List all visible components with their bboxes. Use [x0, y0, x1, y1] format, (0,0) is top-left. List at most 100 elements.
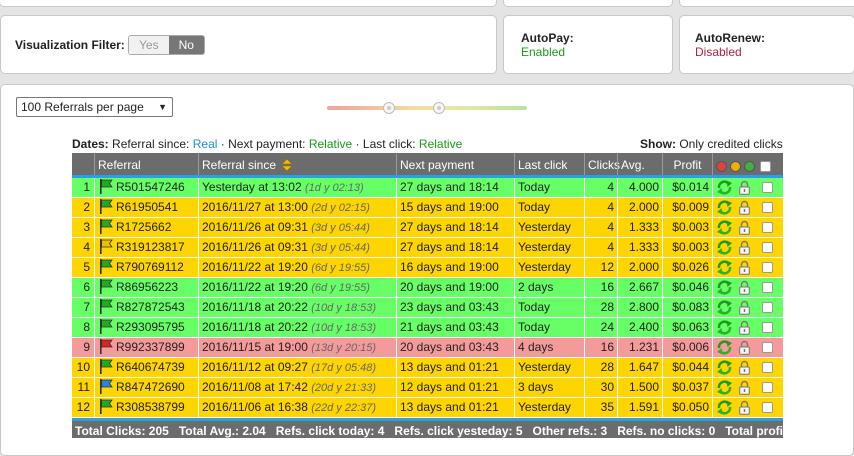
visualization-filter-toggle[interactable]: Yes No	[128, 35, 205, 55]
row-checkbox[interactable]	[762, 182, 773, 193]
row-checkbox[interactable]	[762, 242, 773, 253]
referral-id[interactable]: R308538799	[116, 400, 185, 414]
lock-icon[interactable]	[739, 340, 750, 355]
lock-icon[interactable]	[739, 220, 750, 235]
col-last-click[interactable]: Last click	[514, 153, 584, 175]
lock-icon[interactable]	[739, 180, 750, 195]
row-number: 10	[76, 360, 90, 374]
referral-id[interactable]: R501547246	[116, 180, 185, 194]
actions-cell	[712, 258, 783, 277]
per-page-select[interactable]: 100 Referrals per page ▼	[16, 97, 173, 117]
lock-icon[interactable]	[739, 320, 750, 335]
referral-id[interactable]: R847472690	[116, 380, 185, 394]
flag-icon[interactable]	[99, 399, 113, 414]
lock-icon[interactable]	[739, 240, 750, 255]
filter-yes-option[interactable]: Yes	[129, 36, 169, 54]
recycle-icon[interactable]	[716, 399, 733, 416]
recycle-icon[interactable]	[716, 239, 733, 256]
referral-since-cell: 2016/11/22 at 19:20 (6d y 19:55)	[198, 258, 396, 277]
row-checkbox[interactable]	[762, 302, 773, 313]
recycle-icon[interactable]	[716, 259, 733, 276]
show-mode-link[interactable]: Only credited clicks	[679, 137, 782, 151]
recycle-icon[interactable]	[716, 199, 733, 216]
referral-id[interactable]: R790769112	[116, 260, 184, 274]
recycle-icon[interactable]	[716, 279, 733, 296]
recycle-icon[interactable]	[716, 299, 733, 316]
flag-icon[interactable]	[99, 299, 113, 314]
flag-icon[interactable]	[99, 179, 113, 194]
col-referral[interactable]: Referral	[94, 153, 198, 175]
col-clicks[interactable]: Clicks	[584, 153, 620, 175]
last-click-mode-link[interactable]: Relative	[419, 137, 462, 151]
row-checkbox[interactable]	[762, 222, 773, 233]
referral-since-cell: 2016/11/06 at 16:38 (22d y 22:37)	[198, 398, 396, 417]
slider-handle-high[interactable]	[433, 102, 445, 114]
col-referral-since[interactable]: Referral since	[198, 153, 396, 175]
select-all-checkbox[interactable]	[760, 161, 771, 172]
dates-label: Dates:	[72, 137, 109, 151]
flag-icon[interactable]	[99, 259, 113, 274]
avg-cell: 2.000	[617, 198, 662, 217]
col-referral-since-label: Referral since	[202, 158, 277, 172]
flag-icon[interactable]	[99, 339, 113, 354]
lock-icon[interactable]	[739, 200, 750, 215]
recycle-icon[interactable]	[716, 359, 733, 376]
row-checkbox[interactable]	[762, 402, 773, 413]
profit-cell: $0.050	[662, 398, 712, 417]
referral-age: (6d y 19:55)	[311, 262, 370, 274]
lock-icon[interactable]	[739, 300, 750, 315]
flag-icon[interactable]	[99, 319, 113, 334]
lock-icon[interactable]	[739, 280, 750, 295]
table-row: 3 R1725662 2016/11/26 at 09:31 (3d y 05:44…	[72, 218, 783, 238]
profit-cell: $0.009	[662, 198, 712, 217]
referral-id[interactable]: R827872543	[116, 300, 185, 314]
yellow-filter-dot[interactable]	[730, 161, 741, 172]
referral-id[interactable]: R86956223	[116, 280, 178, 294]
flag-icon[interactable]	[99, 219, 113, 234]
slider-handle-low[interactable]	[383, 102, 395, 114]
col-next-payment[interactable]: Next payment	[396, 153, 514, 175]
lock-icon[interactable]	[739, 380, 750, 395]
ref-since-mode-link[interactable]: Real	[193, 137, 218, 151]
row-checkbox[interactable]	[762, 262, 773, 273]
filter-no-option[interactable]: No	[168, 36, 204, 54]
separator: ·	[220, 137, 225, 151]
flag-icon[interactable]	[99, 379, 113, 394]
row-checkbox[interactable]	[762, 362, 773, 373]
flag-icon[interactable]	[99, 359, 113, 374]
row-checkbox[interactable]	[762, 342, 773, 353]
recycle-icon[interactable]	[716, 219, 733, 236]
range-slider[interactable]	[327, 102, 527, 114]
actions-cell	[712, 178, 783, 197]
col-avg[interactable]: Avg.	[617, 153, 662, 175]
referral-id-cell: R827872543	[94, 298, 198, 317]
lock-icon[interactable]	[739, 400, 750, 415]
referral-id[interactable]: R1725662	[116, 220, 171, 234]
referral-id[interactable]: R319123817	[116, 240, 185, 254]
flag-icon[interactable]	[99, 239, 113, 254]
red-filter-dot[interactable]	[716, 161, 727, 172]
row-checkbox[interactable]	[762, 202, 773, 213]
recycle-icon[interactable]	[716, 379, 733, 396]
actions-cell	[712, 398, 783, 417]
referral-id[interactable]: R293095795	[116, 320, 185, 334]
row-checkbox[interactable]	[762, 322, 773, 333]
lock-icon[interactable]	[739, 360, 750, 375]
referral-id-cell: R319123817	[94, 238, 198, 257]
recycle-icon[interactable]	[716, 179, 733, 196]
flag-icon[interactable]	[99, 279, 113, 294]
referral-id[interactable]: R640674739	[116, 360, 185, 374]
flag-icon[interactable]	[99, 199, 113, 214]
referral-id[interactable]: R992337899	[116, 340, 185, 354]
col-profit[interactable]: Profit	[662, 153, 712, 175]
recycle-icon[interactable]	[716, 319, 733, 336]
row-checkbox[interactable]	[762, 382, 773, 393]
green-filter-dot[interactable]	[744, 161, 755, 172]
profit-cell: $0.044	[662, 358, 712, 377]
referral-id[interactable]: R61950541	[116, 200, 178, 214]
next-payment-mode-link[interactable]: Relative	[309, 137, 352, 151]
row-checkbox[interactable]	[762, 282, 773, 293]
referral-since-date: 2016/11/06 at 16:38	[202, 400, 308, 414]
recycle-icon[interactable]	[716, 339, 733, 356]
lock-icon[interactable]	[739, 260, 750, 275]
